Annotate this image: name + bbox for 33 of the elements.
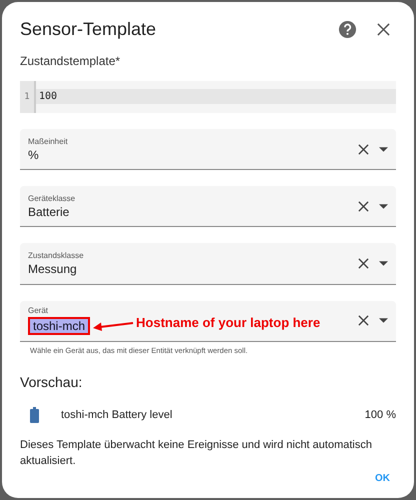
field-value: toshi-mch	[28, 317, 90, 336]
field-label: Zustandstemplate*	[20, 54, 122, 68]
select-field[interactable]: Zustandsklasse Messung	[20, 243, 396, 285]
dropdown-icon[interactable]	[379, 204, 388, 209]
battery-icon	[30, 406, 39, 423]
field-label: Gerät	[28, 306, 50, 316]
arrow-icon	[92, 320, 134, 332]
entity-value: 100 %	[364, 408, 396, 421]
dropdown-icon[interactable]	[379, 261, 388, 266]
clear-icon[interactable]	[358, 144, 369, 154]
annotation-text: Hostname of your laptop here	[136, 314, 320, 330]
clear-icon[interactable]	[358, 315, 369, 326]
field-value: Messung	[28, 262, 77, 276]
select-field[interactable]: Gerät toshi-mch Hostname of your laptop here	[20, 300, 396, 342]
close-icon[interactable]	[377, 23, 390, 36]
help-icon[interactable]	[338, 20, 357, 40]
field-value: Batterie	[28, 204, 70, 219]
dialog-title: Sensor-Template	[20, 19, 158, 40]
field-label: Maßeinheit	[28, 136, 69, 146]
code-editor[interactable]: 1 100	[20, 80, 396, 113]
field-value: %	[28, 148, 39, 162]
section-heading: Vorschau:	[20, 374, 84, 390]
entity-name: toshi-mch Battery level	[61, 408, 174, 421]
clear-icon[interactable]	[358, 200, 369, 212]
line-number: 1	[24, 92, 30, 102]
clear-icon[interactable]	[358, 258, 369, 270]
select-field[interactable]: Maßeinheit %	[20, 128, 396, 170]
field-label: Zustandsklasse	[28, 251, 85, 260]
select-field[interactable]: Geräteklasse Batterie	[20, 186, 396, 228]
info-text: Dieses Template überwacht keine Ereignisse und wird nicht automatisch aktualisiert.	[20, 438, 373, 469]
dropdown-icon[interactable]	[379, 318, 388, 324]
dropdown-icon[interactable]	[379, 146, 388, 152]
field-label: Geräteklasse	[28, 194, 76, 203]
